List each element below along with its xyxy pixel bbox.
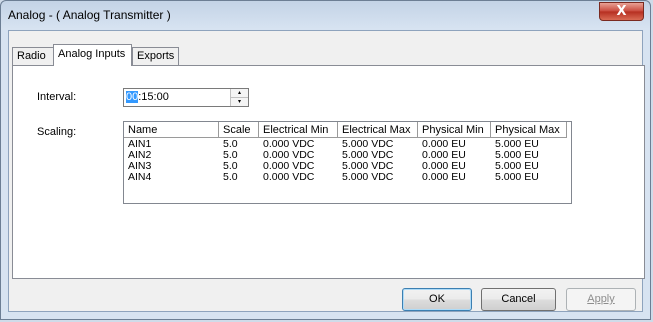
- interval-spinner[interactable]: ▴ ▾: [230, 89, 248, 106]
- column-header[interactable]: Scale: [219, 122, 259, 138]
- interval-field[interactable]: 00:15:00 ▴ ▾: [123, 88, 249, 107]
- dialog-client-area: Radio Analog Inputs Exports Interval: 00…: [8, 30, 645, 312]
- cell-electrical-max: 5.000 VDC: [342, 171, 394, 183]
- interval-label: Interval:: [37, 91, 77, 103]
- spin-down-icon[interactable]: ▾: [231, 98, 248, 106]
- cancel-button[interactable]: Cancel: [481, 288, 556, 311]
- cell-physical-max: 5.000 EU: [495, 171, 539, 183]
- tab-analog-inputs[interactable]: Analog Inputs: [53, 44, 132, 66]
- analog-inputs-panel: Interval: 00:15:00 ▴ ▾ Scaling: Name Sca…: [12, 65, 645, 279]
- apply-button[interactable]: Apply: [566, 288, 636, 311]
- interval-value[interactable]: 00:15:00: [126, 91, 169, 103]
- scaling-label: Scaling:: [37, 126, 77, 138]
- ok-button[interactable]: OK: [402, 288, 472, 311]
- table-row[interactable]: AIN4 5.0 0.000 VDC 5.000 VDC 0.000 EU 5.…: [124, 172, 571, 183]
- cell-name: AIN4: [128, 171, 152, 183]
- column-header[interactable]: Electrical Max: [338, 122, 418, 138]
- window-title: Analog - ( Analog Transmitter ): [8, 8, 171, 22]
- column-header[interactable]: Physical Min: [418, 122, 491, 138]
- tab-radio[interactable]: Radio: [12, 47, 54, 65]
- cell-electrical-min: 0.000 VDC: [263, 171, 315, 183]
- close-icon: X: [616, 4, 627, 19]
- close-button[interactable]: X: [599, 2, 644, 21]
- column-header[interactable]: Physical Max: [491, 122, 567, 138]
- cell-scale: 5.0: [223, 171, 238, 183]
- interval-selected-part: 00: [126, 91, 139, 103]
- interval-rest: :15:00: [138, 91, 169, 103]
- title-bar[interactable]: Analog - ( Analog Transmitter ) X: [1, 1, 650, 29]
- spin-up-icon[interactable]: ▴: [231, 89, 248, 98]
- column-header[interactable]: Electrical Min: [259, 122, 338, 138]
- column-header[interactable]: Name: [124, 122, 219, 138]
- dialog-window: Analog - ( Analog Transmitter ) X Radio …: [0, 0, 651, 320]
- scaling-table[interactable]: Name Scale Electrical Min Electrical Max…: [123, 121, 572, 204]
- cell-physical-min: 0.000 EU: [422, 171, 466, 183]
- tab-exports[interactable]: Exports: [132, 47, 179, 65]
